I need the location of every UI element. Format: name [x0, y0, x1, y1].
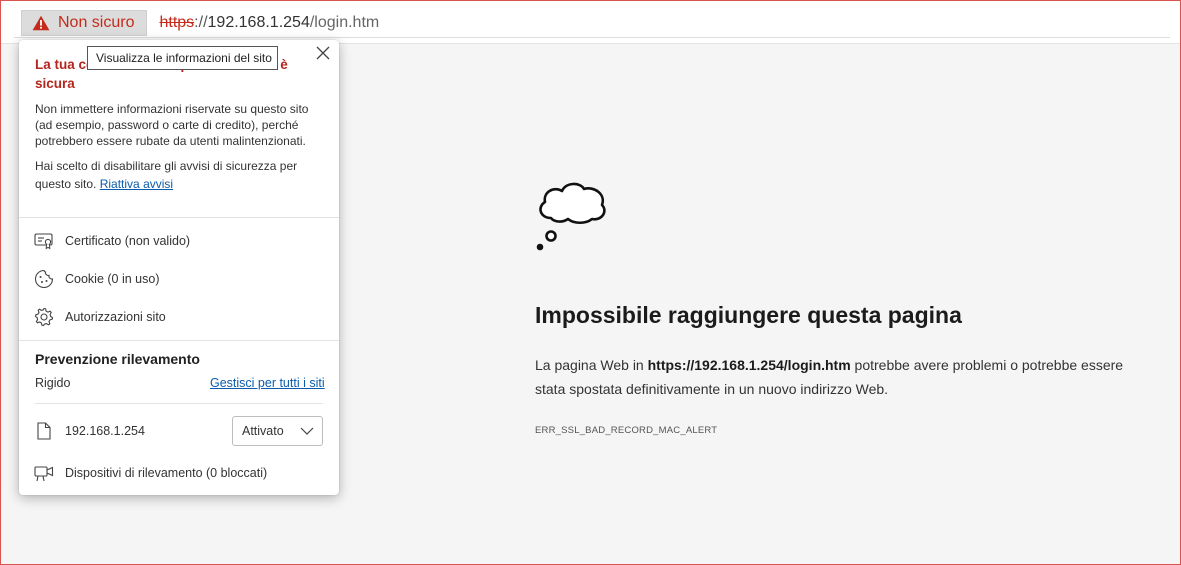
chevron-down-icon	[300, 424, 314, 438]
error-body-prefix: La pagina Web in	[535, 357, 648, 373]
not-secure-button[interactable]: Non sicuro	[21, 9, 148, 36]
thought-cloud-icon	[534, 178, 610, 254]
warning-icon	[32, 15, 50, 31]
address-bar: Non sicuro https://192.168.1.254/login.h…	[0, 0, 1181, 44]
certificate-label: Certificato (non valido)	[65, 234, 191, 248]
error-title: Impossibile raggiungere questa pagina	[535, 302, 962, 328]
url-separator: ://	[194, 13, 208, 31]
site-info-tooltip: Visualizza le informazioni del sito	[87, 46, 278, 70]
file-icon	[34, 421, 54, 441]
certificate-item[interactable]: Certificato (non valido)	[19, 226, 339, 256]
popup-warnings-text: Hai scelto di disabilitare gli avvisi di…	[35, 157, 327, 193]
reenable-warnings-link[interactable]: Riattiva avvisi	[100, 177, 173, 191]
tracking-state-select[interactable]: Attivato	[232, 416, 323, 446]
url-text[interactable]: https://192.168.1.254/login.htm	[159, 14, 379, 32]
cookie-label: Cookie (0 in uso)	[65, 272, 160, 286]
divider	[19, 340, 339, 341]
trackers-label: Dispositivi di rilevamento (0 bloccati)	[65, 466, 268, 480]
trackers-item[interactable]: Dispositivi di rilevamento (0 bloccati)	[19, 458, 339, 488]
tracking-state-value: Attivato	[242, 424, 284, 438]
gear-icon	[34, 307, 54, 327]
security-label: Non sicuro	[58, 13, 135, 31]
close-icon	[316, 46, 330, 65]
tracking-prevention-title: Prevenzione rilevamento	[35, 351, 200, 367]
certificate-icon	[34, 231, 54, 251]
cookie-icon	[34, 269, 54, 289]
url-path: /login.htm	[309, 13, 380, 31]
error-description: La pagina Web in https://192.168.1.254/l…	[535, 353, 1155, 401]
tracker-icon	[34, 463, 54, 483]
manage-all-sites-link[interactable]: Gestisci per tutti i siti	[210, 376, 325, 390]
tracking-site-host: 192.168.1.254	[65, 424, 145, 438]
cookie-item[interactable]: Cookie (0 in uso)	[19, 264, 339, 294]
tracking-level: Rigido	[35, 376, 71, 390]
divider	[35, 403, 323, 404]
divider	[19, 217, 339, 218]
site-info-popup: La tua connessione a questo sito non è s…	[19, 40, 339, 495]
url-protocol: https	[159, 13, 195, 31]
close-button[interactable]	[313, 45, 333, 65]
error-code: ERR_SSL_BAD_RECORD_MAC_ALERT	[535, 425, 718, 436]
url-host: 192.168.1.254	[207, 13, 310, 31]
popup-description: Non immettere informazioni riservate su …	[35, 102, 309, 148]
site-permissions-item[interactable]: Autorizzazioni sito	[19, 302, 339, 332]
address-field[interactable]: Non sicuro https://192.168.1.254/login.h…	[14, 8, 1170, 38]
error-body-url: https://192.168.1.254/login.htm	[647, 357, 851, 373]
site-permissions-label: Autorizzazioni sito	[65, 310, 166, 324]
